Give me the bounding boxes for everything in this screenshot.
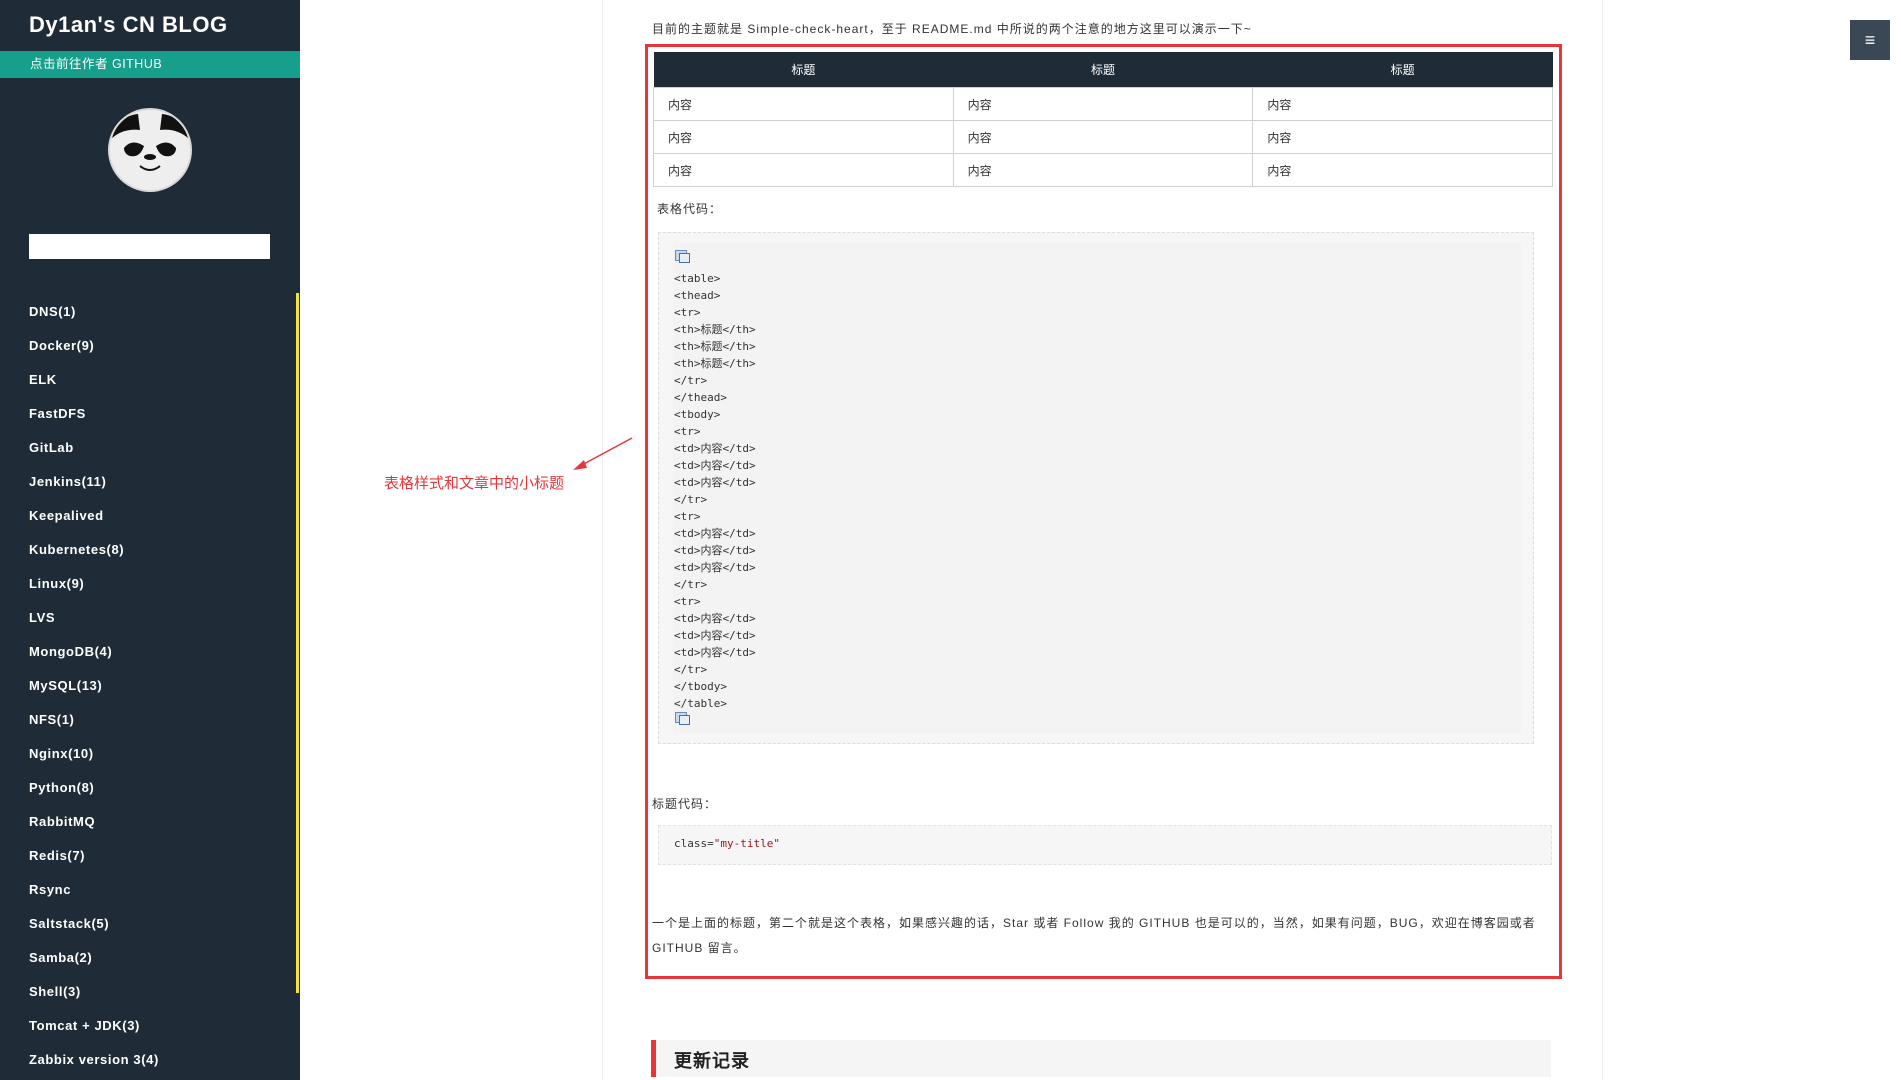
title-code-label: 标题代码： [652,797,718,811]
sidebar-category-item[interactable]: MongoDB(4) [29,642,159,676]
code-line: <table> [674,272,721,285]
search-input[interactable] [29,234,270,259]
code-line: </table> [674,697,727,710]
sidebar-category-item[interactable]: LVS [29,608,159,642]
code-line: </tbody> [674,680,727,693]
code-line: </tr> [674,663,708,676]
code-line: </thead> [674,391,727,404]
code-line: </tr> [674,493,708,506]
panda-avatar-icon [110,110,190,190]
sidebar-category-item[interactable]: Kubernetes(8) [29,540,159,574]
code-line: <td>内容</td> [674,612,756,625]
sidebar: Dy1an's CN BLOG 点击前往作者 GITHUB DNS(1) Dock… [0,0,300,1080]
code-line: <th>标题</th> [674,340,756,353]
sidebar-category-item[interactable]: Nginx(10) [29,744,159,778]
sidebar-category-item[interactable]: Tomcat + JDK(3) [29,1016,159,1050]
table-header-row: 标题 标题 标题 [653,52,1553,88]
table-header-cell: 标题 [1252,52,1553,88]
sidebar-category-item[interactable]: Zabbix version 3(4) [29,1050,159,1080]
sidebar-category-item[interactable]: Keepalived [29,506,159,540]
hamburger-menu-icon[interactable]: ≡ [1850,20,1890,60]
code-line: <td>内容</td> [674,629,756,642]
table-row: 内容 内容 内容 [653,87,1553,121]
sidebar-category-item[interactable]: MySQL(13) [29,676,159,710]
table-cell: 内容 [653,120,954,154]
code-line: <td>内容</td> [674,459,756,472]
article-intro: 目前的主题就是 Simple-check-heart，至于 README.md … [652,22,1252,36]
title-code-snippet: class="my-title" [674,837,780,850]
table-header-cell: 标题 [953,52,1253,88]
sidebar-category-item[interactable]: RabbitMQ [29,812,159,846]
section-heading: 更新记录 [651,1040,1551,1077]
code-line: <td>内容</td> [674,476,756,489]
code-line: <tr> [674,595,701,608]
table-cell: 内容 [952,153,1254,187]
code-line: </tr> [674,374,708,387]
site-title[interactable]: Dy1an's CN BLOG [29,12,228,38]
table-cell: 内容 [952,87,1254,121]
code-line: </tr> [674,578,708,591]
sidebar-category-item[interactable]: Samba(2) [29,948,159,982]
category-list: DNS(1) Docker(9) ELK FastDFS GitLab Jenkins(1… [29,302,159,1080]
table-cell: 内容 [1252,120,1553,154]
code-inner [673,243,1521,733]
table-code-block [658,232,1534,744]
copy-code-icon[interactable] [675,250,690,263]
code-line: <td>内容</td> [674,561,756,574]
code-line: <thead> [674,289,721,302]
sidebar-category-item[interactable]: Rsync [29,880,159,914]
table-cell: 内容 [1252,87,1553,121]
table-cell: 内容 [653,153,954,187]
demo-table: 标题 标题 标题 内容 内容 内容 内容 内容 内容 内容 内容 内容 [653,52,1553,187]
table-cell: 内容 [653,87,954,121]
section-heading-text: 更新记录 [674,1051,750,1071]
title-code-block [658,825,1552,865]
annotation-arrow-icon [573,437,633,470]
content-border-right [1602,0,1603,1080]
github-link[interactable]: 点击前往作者 GITHUB [0,51,300,78]
code-line: <td>内容</td> [674,442,756,455]
code-line: <tr> [674,306,701,319]
sidebar-category-item[interactable]: Linux(9) [29,574,159,608]
code-line: <tbody> [674,408,721,421]
sidebar-scroll-indicator[interactable] [296,293,299,993]
sidebar-category-item[interactable]: NFS(1) [29,710,159,744]
annotation-label: 表格样式和文章中的小标题 [384,475,565,492]
sidebar-category-item[interactable]: Docker(9) [29,336,159,370]
table-row: 内容 内容 内容 [653,153,1553,187]
code-line: <td>内容</td> [674,646,756,659]
table-cell: 内容 [1252,153,1553,187]
code-line: <tr> [674,425,701,438]
table-row: 内容 内容 内容 [653,120,1553,154]
table-code-lines: <table> <thead> <tr> <th>标题</th> <th>标题</th>… [674,270,756,712]
code-line: <th>标题</th> [674,357,756,370]
code-attr: class= [674,837,714,850]
table-header-cell: 标题 [653,52,954,88]
copy-code-icon[interactable] [675,712,690,725]
sidebar-category-item[interactable]: Python(8) [29,778,159,812]
code-line: <tr> [674,510,701,523]
content-border-left [602,0,603,1080]
sidebar-category-item[interactable]: Redis(7) [29,846,159,880]
sidebar-category-item[interactable]: Jenkins(11) [29,472,159,506]
sidebar-category-item[interactable]: DNS(1) [29,302,159,336]
code-line: <th>标题</th> [674,323,756,336]
table-code-label: 表格代码： [657,202,723,216]
sidebar-category-item[interactable]: GitLab [29,438,159,472]
code-string: "my-title" [713,837,780,850]
code-line: <td>内容</td> [674,544,756,557]
sidebar-category-item[interactable]: ELK [29,370,159,404]
article-paragraph: 一个是上面的标题，第二个就是这个表格，如果感兴趣的话，Star 或者 Follo… [652,916,1536,955]
sidebar-category-item[interactable]: FastDFS [29,404,159,438]
code-line: <td>内容</td> [674,527,756,540]
sidebar-category-item[interactable]: Saltstack(5) [29,914,159,948]
table-cell: 内容 [952,120,1254,154]
sidebar-category-item[interactable]: Shell(3) [29,982,159,1016]
